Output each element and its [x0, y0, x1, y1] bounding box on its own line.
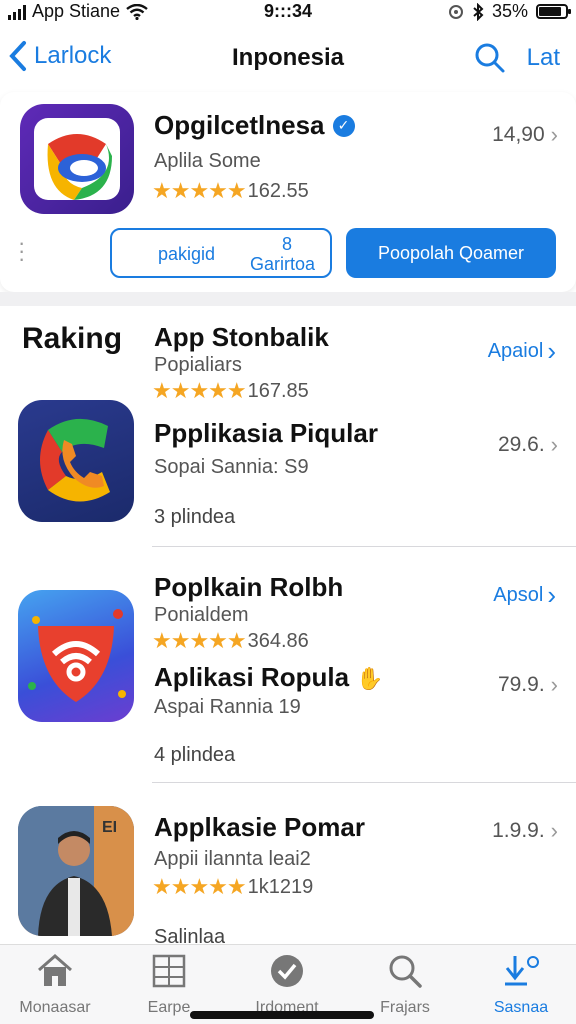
app-icon-phone[interactable] — [18, 400, 134, 522]
list-heading: App Stonbalik — [154, 322, 329, 352]
featured-app-name: Opgilcetlnesa ✓ — [154, 110, 355, 141]
rating-count: 167.85 — [247, 379, 309, 402]
status-right: 35% — [448, 1, 571, 22]
search-icon[interactable] — [474, 42, 506, 74]
rating-count: 364.86 — [247, 629, 309, 652]
app-subtitle: Sopai Sannia: S9 — [154, 456, 309, 478]
more-options-icon[interactable]: · · · — [18, 232, 25, 270]
list-heading-subtitle: Popialiars — [154, 354, 242, 376]
app-name[interactable]: Ppplikasia Piqular — [154, 418, 378, 449]
app-price[interactable]: 79.9. › — [498, 672, 558, 698]
featured-rating: ★★★★★ 162.55 — [152, 178, 309, 204]
chevron-right-icon: › — [550, 672, 558, 697]
list-heading-subtitle: Ponialdem — [154, 604, 249, 626]
chevron-right-icon: › — [550, 818, 558, 843]
grid-icon — [152, 954, 186, 988]
price-label: 14,90 — [492, 123, 545, 146]
star-rating-icon: ★★★★★ — [152, 378, 247, 403]
alarm-icon — [448, 4, 463, 19]
app-price[interactable]: 29.6. › — [498, 432, 558, 458]
tab-download[interactable]: Sasnaa — [466, 951, 576, 1017]
app-name[interactable]: Aplikasi Ropula ✋ — [154, 662, 384, 693]
home-icon — [38, 954, 72, 986]
app-meta: 4 plindea — [154, 744, 236, 766]
price-label: 29.6. — [497, 433, 545, 456]
download-icon — [505, 956, 539, 986]
list-divider — [152, 782, 576, 783]
list-divider — [152, 546, 576, 547]
cutoff-text: Salinlaa — [154, 926, 226, 944]
featured-price[interactable]: 14,90 › — [492, 122, 558, 148]
chevron-right-icon: › — [550, 122, 558, 147]
tab-check[interactable]: Irdoment — [232, 951, 342, 1017]
see-all-link[interactable]: Apaiol › — [488, 336, 556, 367]
secondary-action-badge: 8 — [282, 234, 293, 254]
list-heading: Poplkain Rolbh — [154, 572, 344, 602]
tab-grid[interactable]: Earpe — [114, 951, 224, 1017]
chevron-right-icon: › — [550, 432, 558, 457]
section-separator — [0, 292, 576, 306]
app-rating: ★★★★★ 1k1219 — [152, 874, 313, 900]
tab-home[interactable]: Monaasar — [0, 951, 110, 1017]
home-indicator[interactable] — [190, 1011, 374, 1019]
nav-right-button[interactable]: Lat — [527, 44, 560, 72]
tab-label: Monaasar — [19, 999, 91, 1016]
see-all-label: Apaiol — [487, 340, 544, 362]
bluetooth-icon — [473, 2, 484, 21]
price-label: 79.9. — [497, 673, 545, 696]
app-meta: 3 plindea — [154, 506, 236, 528]
tab-search[interactable]: Frajars — [350, 951, 460, 1017]
search-icon — [389, 955, 422, 988]
list-heading-rating: ★★★★★ 167.85 — [152, 378, 309, 404]
tab-label: Earpe — [147, 999, 191, 1016]
tab-label: Frajars — [380, 999, 430, 1016]
secondary-action-label: pakigid — [158, 244, 216, 264]
svg-text:EI: EI — [102, 819, 117, 836]
rating-count: 162.55 — [247, 179, 309, 202]
check-icon — [271, 955, 303, 987]
battery-icon — [536, 4, 571, 19]
chevron-right-icon: › — [547, 580, 556, 610]
secondary-action-sublabel: Garirtoa — [250, 254, 316, 274]
status-bar: App Stiane 9:::34 35% — [0, 0, 576, 26]
rating-count: 1k1219 — [247, 875, 314, 898]
see-all-label: Apsol — [493, 584, 544, 606]
app-icon-shield[interactable] — [18, 590, 134, 722]
featured-app-title: Opgilcetlnesa — [154, 110, 325, 140]
app-icon-portrait[interactable]: EI — [18, 806, 134, 936]
price-label: 1.9.9. — [492, 819, 545, 842]
wave-emoji-icon: ✋ — [356, 666, 384, 691]
secondary-action-button[interactable]: pakigid 8 Garirtoa — [110, 228, 332, 278]
tab-label: Sasnaa — [493, 999, 549, 1016]
battery-percent: 35% — [491, 1, 528, 21]
verified-badge-icon: ✓ — [332, 114, 355, 137]
star-rating-icon: ★★★★★ — [152, 178, 247, 203]
featured-app-subtitle: Aplila Some — [154, 150, 261, 172]
section-title: Raking — [22, 322, 123, 355]
app-price[interactable]: 1.9.9. › — [492, 818, 558, 844]
navigation-bar: Larlock Inponesia Lat — [0, 30, 576, 86]
app-subtitle: Appii ilannta leai2 — [154, 848, 311, 870]
star-rating-icon: ★★★★★ — [152, 874, 247, 899]
app-name[interactable]: Applkasie Pomar — [154, 812, 365, 843]
primary-action-button[interactable]: Poopolah Qoamer — [346, 228, 556, 278]
featured-app-icon — [20, 104, 134, 214]
see-all-link[interactable]: Apsol › — [493, 580, 556, 611]
chevron-right-icon: › — [547, 336, 556, 366]
app-subtitle: Aspai Rannia 19 — [154, 696, 301, 718]
list-heading-rating: ★★★★★ 364.86 — [152, 628, 309, 654]
star-rating-icon: ★★★★★ — [152, 628, 247, 653]
app-name-text: Aplikasi Ropula — [154, 662, 350, 692]
